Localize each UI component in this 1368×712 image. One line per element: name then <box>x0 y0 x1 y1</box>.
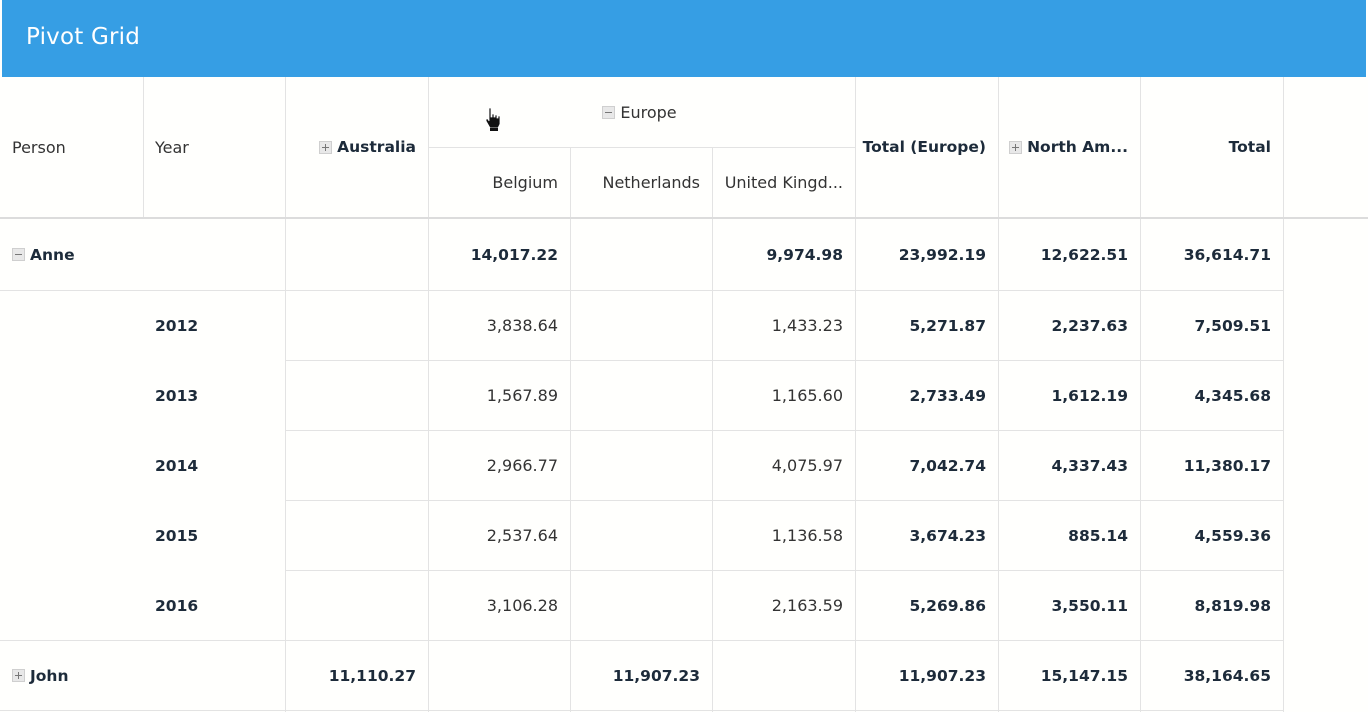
table-cell: 885.14 <box>1068 526 1128 545</box>
table-cell: 38,164.65 <box>1183 666 1271 685</box>
row-year: 2016 <box>155 596 199 615</box>
table-cell <box>285 219 428 290</box>
table-cell <box>712 641 855 710</box>
table-cell: 14,017.22 <box>470 245 558 264</box>
row-person-anne[interactable]: Anne <box>0 219 285 290</box>
table-cell: 12,622.51 <box>1040 245 1128 264</box>
row-person-john[interactable]: John <box>0 641 285 710</box>
header-united-kingdom[interactable]: United Kingd... <box>712 147 855 217</box>
table-cell: 1,165.60 <box>771 386 843 405</box>
hand-cursor-icon <box>485 107 501 131</box>
table-cell: 5,271.87 <box>909 316 987 335</box>
table-cell: 4,337.43 <box>1051 456 1129 475</box>
table-cell: 3,550.11 <box>1051 596 1129 615</box>
table-cell: 4,559.36 <box>1194 526 1272 545</box>
table-cell: 1,136.58 <box>771 526 843 545</box>
table-cell: 2,537.64 <box>486 526 558 545</box>
table-cell: 11,907.23 <box>612 666 700 685</box>
collapse-icon[interactable] <box>12 248 25 261</box>
expand-icon[interactable] <box>1009 140 1023 154</box>
table-cell: 8,819.98 <box>1194 596 1272 615</box>
table-cell: 4,075.97 <box>771 456 843 475</box>
table-cell: 5,269.86 <box>909 596 987 615</box>
collapse-icon[interactable] <box>602 105 616 119</box>
table-cell: 1,612.19 <box>1051 386 1129 405</box>
header-year[interactable]: Year <box>143 77 285 217</box>
pivot-grid: Person Year Australia Europe Belgium Net… <box>0 77 1368 712</box>
table-cell: 7,509.51 <box>1194 316 1272 335</box>
table-cell: 3,838.64 <box>486 316 558 335</box>
table-cell: 3,106.28 <box>486 596 558 615</box>
table-cell <box>428 641 570 710</box>
table-cell: 11,907.23 <box>898 666 986 685</box>
table-cell <box>570 219 712 290</box>
table-cell: 11,380.17 <box>1183 456 1271 475</box>
table-cell: 1,567.89 <box>486 386 558 405</box>
table-cell: 2,163.59 <box>771 596 843 615</box>
table-cell: 2,733.49 <box>909 386 987 405</box>
table-cell: 3,674.23 <box>909 526 987 545</box>
row-year: 2015 <box>155 526 199 545</box>
table-cell: 36,614.71 <box>1183 245 1271 264</box>
app-header: Pivot Grid <box>2 0 1366 77</box>
row-year: 2014 <box>155 456 199 475</box>
expand-icon[interactable] <box>319 140 333 154</box>
header-person[interactable]: Person <box>0 77 143 217</box>
page-title: Pivot Grid <box>26 24 141 50</box>
table-cell: 2,966.77 <box>486 456 558 475</box>
header-total-europe[interactable]: Total (Europe) <box>855 77 998 217</box>
expand-icon[interactable] <box>12 669 25 682</box>
header-belgium[interactable]: Belgium <box>428 147 570 217</box>
table-cell: 15,147.15 <box>1040 666 1128 685</box>
header-north-america[interactable]: North Am... <box>998 77 1140 217</box>
table-cell: 2,237.63 <box>1051 316 1129 335</box>
row-year: 2013 <box>155 386 199 405</box>
table-cell: 9,974.98 <box>766 245 844 264</box>
table-cell: 4,345.68 <box>1194 386 1272 405</box>
header-total[interactable]: Total <box>1140 77 1283 217</box>
header-australia[interactable]: Australia <box>285 77 428 217</box>
row-year: 2012 <box>155 316 199 335</box>
table-cell: 1,433.23 <box>771 316 843 335</box>
header-netherlands[interactable]: Netherlands <box>570 147 712 217</box>
table-cell: 11,110.27 <box>328 666 416 685</box>
table-cell: 23,992.19 <box>898 245 986 264</box>
table-cell: 7,042.74 <box>909 456 987 475</box>
